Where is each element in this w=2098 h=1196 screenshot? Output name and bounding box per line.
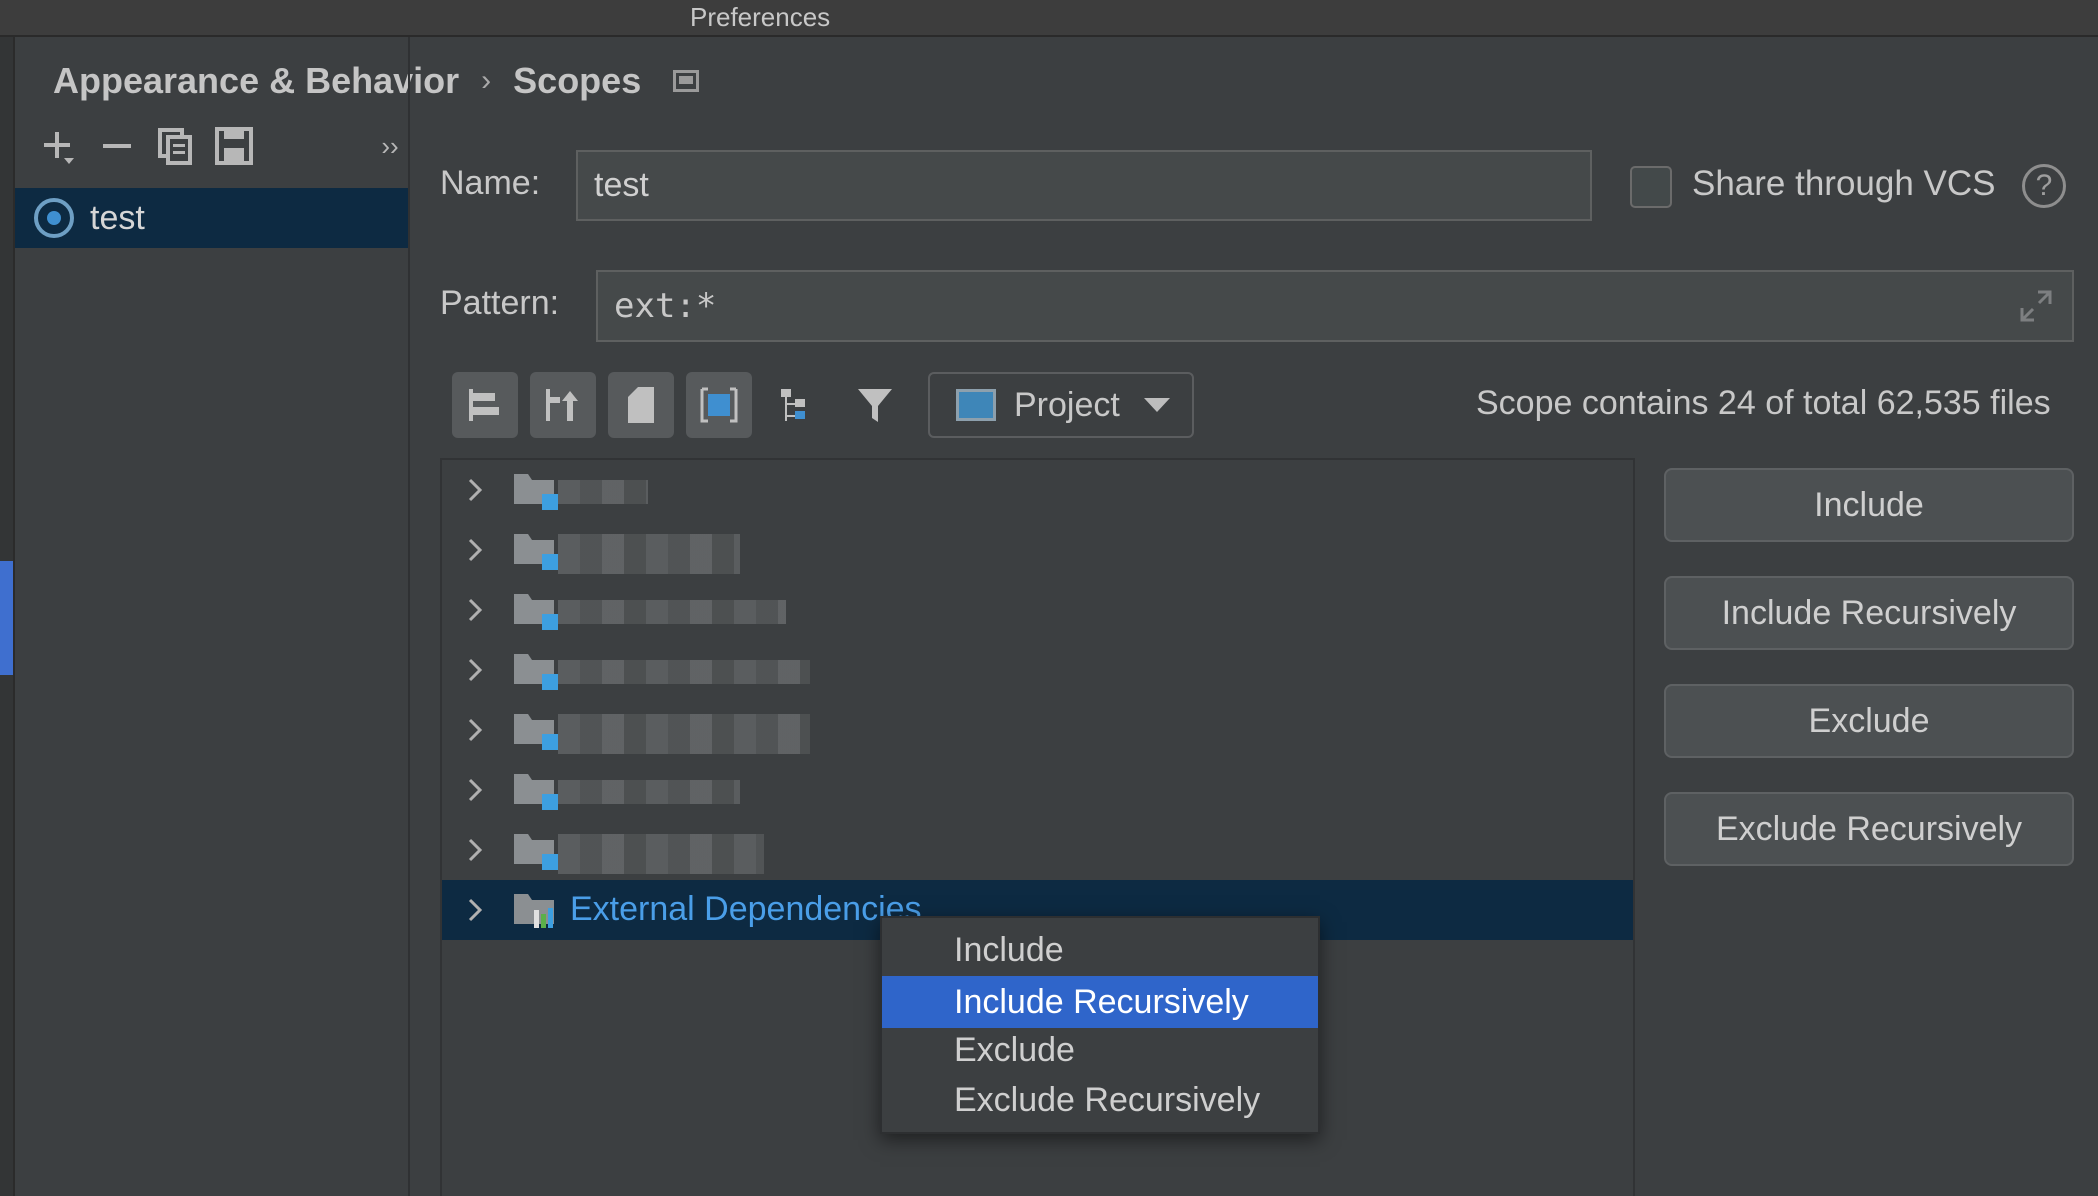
- chevron-right-icon[interactable]: [462, 476, 490, 504]
- blurred-label: [558, 834, 764, 874]
- module-folder-icon: [514, 474, 558, 510]
- blurred-label: [558, 660, 810, 684]
- module-folder-icon: [514, 834, 558, 870]
- settings-sidebar-edge: [0, 37, 15, 1196]
- remove-scope-button[interactable]: [87, 118, 147, 174]
- group-by-scope-button[interactable]: [764, 372, 830, 438]
- chevron-right-icon[interactable]: [462, 656, 490, 684]
- menu-item-include[interactable]: Include: [882, 924, 1318, 976]
- copy-icon: [158, 128, 192, 165]
- sidebar-selection-accent: [0, 561, 13, 675]
- save-scope-button[interactable]: [204, 118, 264, 174]
- tree-row[interactable]: [442, 520, 1633, 580]
- module-folder-icon: [514, 594, 558, 630]
- scope-list-item[interactable]: test: [15, 188, 408, 248]
- share-vcs-label[interactable]: Share through VCS: [1692, 164, 1996, 204]
- flatten-packages-icon: [469, 389, 499, 421]
- chevron-right-icon[interactable]: [462, 536, 490, 564]
- scopes-toolbar: ››: [30, 118, 410, 174]
- filter-icon: [858, 389, 892, 422]
- exclude-button[interactable]: Exclude: [1664, 684, 2074, 758]
- chevron-right-icon[interactable]: [462, 896, 490, 924]
- expand-icon[interactable]: [2018, 288, 2054, 324]
- name-input[interactable]: test: [576, 150, 1592, 221]
- view-dropdown-label: Project: [1014, 385, 1120, 424]
- show-modules-button[interactable]: [686, 372, 752, 438]
- flatten-packages-button[interactable]: [452, 372, 518, 438]
- menu-item-include-recursively[interactable]: Include Recursively: [882, 976, 1318, 1028]
- pattern-label: Pattern:: [440, 284, 560, 322]
- name-label: Name:: [440, 164, 541, 202]
- compact-packages-icon: [546, 389, 578, 421]
- panel-divider: [408, 37, 410, 1196]
- breadcrumb: Appearance & Behavior › Scopes: [53, 56, 700, 106]
- project-level-icon: [673, 70, 700, 92]
- exclude-recursively-button[interactable]: Exclude Recursively: [1664, 792, 2074, 866]
- breadcrumb-current: Scopes: [513, 60, 642, 101]
- breadcrumb-parent[interactable]: Appearance & Behavior: [53, 60, 459, 102]
- blurred-label: [558, 480, 648, 504]
- tree-row[interactable]: [442, 580, 1633, 640]
- hierarchy-icon: [781, 389, 805, 421]
- minus-icon: [103, 144, 131, 148]
- module-icon: [700, 387, 738, 423]
- context-menu: Include Include Recursively Exclude Excl…: [880, 916, 1320, 1134]
- include-button[interactable]: Include: [1664, 468, 2074, 542]
- chevron-right-icon[interactable]: [462, 836, 490, 864]
- module-folder-icon: [514, 654, 558, 690]
- library-icon: [514, 894, 554, 928]
- tree-row[interactable]: [442, 460, 1633, 520]
- scope-radio-icon: [34, 198, 74, 238]
- project-view-icon: [956, 389, 996, 421]
- tree-row-label: External Dependencies: [570, 890, 922, 928]
- chevron-right-icon[interactable]: [462, 716, 490, 744]
- save-icon: [215, 127, 253, 165]
- plus-icon: [44, 132, 74, 164]
- breadcrumb-separator: ›: [481, 64, 492, 97]
- chevron-right-icon[interactable]: [462, 596, 490, 624]
- double-chevron-right-icon: ››: [381, 130, 399, 161]
- file-icon: [628, 387, 654, 423]
- blurred-label: [558, 780, 740, 804]
- scope-list-item-label: test: [90, 198, 145, 237]
- module-folder-icon: [514, 714, 558, 750]
- tree-row[interactable]: [442, 700, 1633, 760]
- more-actions-button[interactable]: ››: [360, 118, 420, 174]
- tree-row[interactable]: [442, 640, 1633, 700]
- module-folder-icon: [514, 534, 558, 570]
- blurred-label: [558, 600, 786, 624]
- blurred-label: [558, 714, 810, 754]
- add-scope-button[interactable]: [30, 118, 90, 174]
- tree-row[interactable]: [442, 820, 1633, 880]
- title-bar: Preferences: [0, 0, 2098, 37]
- compact-middle-packages-button[interactable]: [530, 372, 596, 438]
- menu-item-exclude-recursively[interactable]: Exclude Recursively: [882, 1074, 1318, 1126]
- show-files-button[interactable]: [608, 372, 674, 438]
- view-dropdown[interactable]: Project: [928, 372, 1194, 438]
- chevron-right-icon[interactable]: [462, 776, 490, 804]
- chevron-down-icon: [1143, 398, 1170, 412]
- share-vcs-checkbox[interactable]: [1630, 166, 1672, 208]
- pattern-input[interactable]: ext:*: [596, 270, 2074, 342]
- menu-item-exclude[interactable]: Exclude: [882, 1024, 1318, 1076]
- copy-scope-button[interactable]: [146, 118, 206, 174]
- help-icon[interactable]: ?: [2022, 164, 2066, 208]
- module-folder-icon: [514, 774, 558, 810]
- pattern-value: ext:*: [614, 286, 717, 326]
- window-title: Preferences: [690, 2, 831, 32]
- filter-button[interactable]: [842, 372, 908, 438]
- scope-count-text: Scope contains 24 of total 62,535 files: [1476, 384, 2051, 422]
- include-recursively-button[interactable]: Include Recursively: [1664, 576, 2074, 650]
- blurred-label: [558, 534, 740, 574]
- tree-row[interactable]: [442, 760, 1633, 820]
